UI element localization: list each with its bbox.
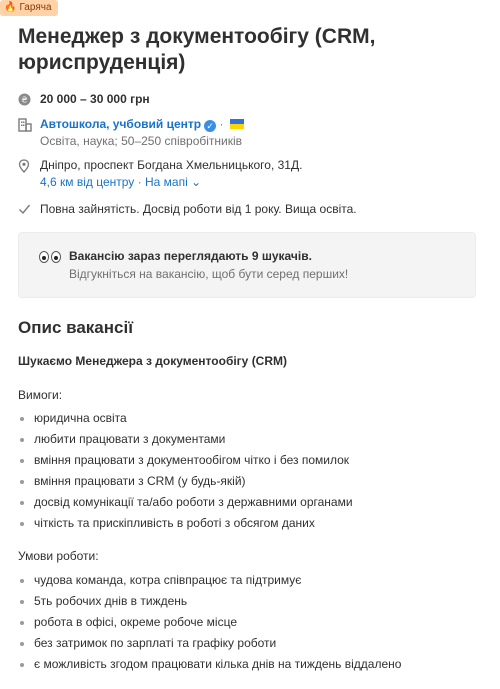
- requirements-heading: Вимоги:: [18, 388, 63, 402]
- company-meta: Освіта, наука; 50–250 співробітників: [40, 134, 243, 148]
- list-item: вміння працювати з документообігом чітко…: [18, 450, 353, 471]
- list-item: вміння працювати з CRM (у будь-якій): [18, 471, 353, 492]
- work-conditions-list: чудова команда, котра співпрацює та підт…: [18, 570, 401, 675]
- viewers-cta-text: Відгукніться на вакансію, щоб бути серед…: [69, 267, 349, 281]
- chevron-down-icon[interactable]: ⌄: [191, 175, 201, 189]
- description-title: Опис вакансії: [18, 318, 133, 337]
- company-link[interactable]: Автошкола, учбовий центр: [40, 117, 201, 131]
- requirements-list: юридична освіта любити працювати з докум…: [18, 408, 353, 534]
- list-item: юридична освіта: [18, 408, 353, 429]
- list-item: без затримок по зарплаті та графіку робо…: [18, 633, 401, 654]
- list-item: є можливість згодом працювати кілька дні…: [18, 654, 401, 675]
- list-item: любити працювати з документами: [18, 429, 353, 450]
- eyes-icon: [39, 247, 69, 263]
- salary-value: 20 000 – 30 000 грн: [40, 92, 150, 106]
- fire-icon: 🔥: [4, 2, 17, 13]
- list-item: досвід комунікації та/або роботи з держа…: [18, 492, 353, 513]
- job-title: Менеджер з документообігу (CRM, юриспруд…: [18, 25, 376, 74]
- address-row: Дніпро, проспект Богдана Хмельницького, …: [18, 157, 302, 191]
- list-item: 5ть робочих днів в тиждень: [18, 591, 401, 612]
- verified-check-icon: ✓: [204, 120, 217, 132]
- lookfor-heading: Шукаємо Менеджера з документообігу (CRM): [18, 354, 288, 368]
- list-item: чіткість та прискіпливість в роботі з об…: [18, 513, 353, 534]
- list-item: чудова команда, котра співпрацює та підт…: [18, 570, 401, 591]
- viewers-notice: Вакансію зараз переглядають 9 шукачів. В…: [18, 232, 476, 298]
- distance-link[interactable]: 4,6 км від центру: [40, 175, 134, 189]
- company-row: Автошкола, учбовий центр ✓ · Освіта, наук…: [18, 116, 244, 150]
- work-conditions-heading: Умови роботи:: [18, 549, 99, 563]
- conditions-summary: Повна зайнятість. Досвід роботи від 1 ро…: [40, 202, 357, 216]
- ukraine-flag-icon: [229, 119, 244, 129]
- salary-icon: ₴: [18, 91, 40, 106]
- address-text: Дніпро, проспект Богдана Хмельницького, …: [40, 158, 303, 172]
- list-item: робота в офісі, окреме робоче місце: [18, 612, 401, 633]
- viewers-count-text: Вакансію зараз переглядають 9 шукачів.: [69, 249, 312, 263]
- checkmark-icon: [18, 201, 40, 215]
- hot-badge: 🔥 Гаряча: [0, 0, 58, 16]
- company-separator: ·: [219, 117, 224, 131]
- location-pin-icon: [18, 157, 40, 173]
- conditions-row: Повна зайнятість. Досвід роботи від 1 ро…: [18, 201, 357, 218]
- building-icon: [18, 116, 40, 132]
- map-link[interactable]: На мапі: [145, 175, 188, 189]
- hot-badge-label: Гаряча: [19, 2, 52, 13]
- salary-row: ₴ 20 000 – 30 000 грн: [18, 91, 150, 108]
- svg-text:₴: ₴: [21, 96, 27, 105]
